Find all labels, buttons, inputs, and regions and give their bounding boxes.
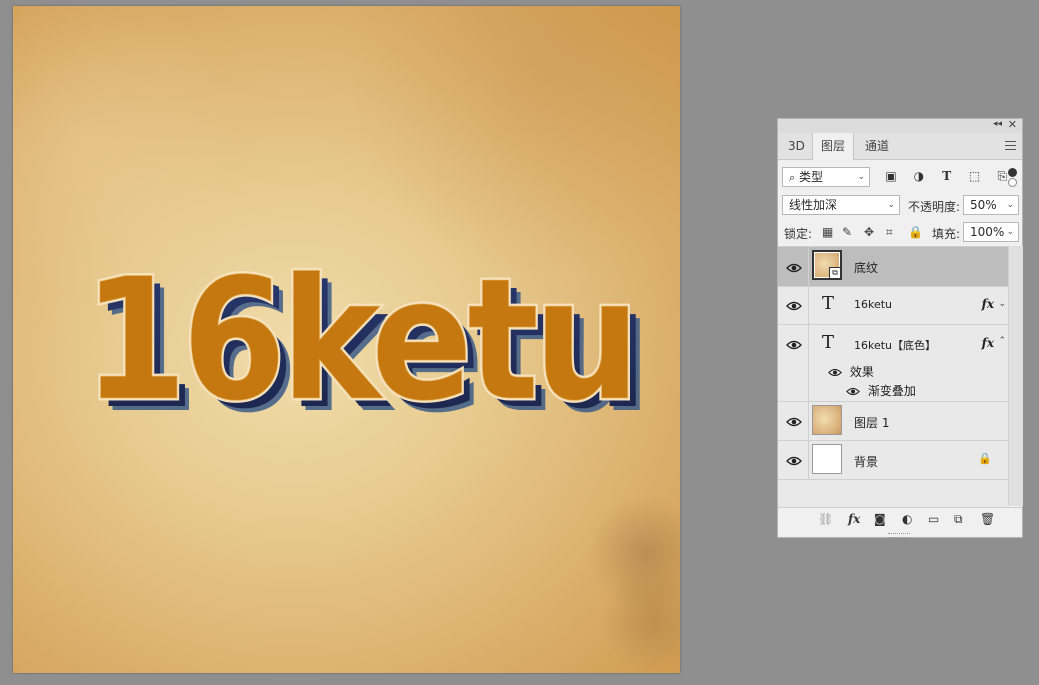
new-group-folder-icon[interactable]: ▭ [928, 512, 939, 526]
blend-row: 线性加深 ⌄ 不透明度: 50% ⌄ [778, 195, 1022, 217]
new-layer-icon[interactable]: ⧉ [954, 512, 963, 527]
layer-row[interactable]: 图层 1 [778, 401, 1008, 441]
eye-icon[interactable] [786, 262, 802, 273]
fill-label: 填充: [932, 227, 961, 241]
new-adjustment-icon[interactable]: ◐ [902, 512, 912, 526]
blend-mode-select[interactable]: 线性加深 ⌄ [782, 195, 900, 215]
layers-bottom-toolbar: ⛓ fx ◙ ◐ ▭ ⧉ 🗑 [778, 507, 1022, 532]
layers-panel: ◂◂ ✕ 3D 图层 通道 ⌕ 类型 ⌄ ▣ ◑ T ⬚ ⎘ 线性加深 ⌄ 不透… [777, 118, 1023, 538]
layer-thumbnail[interactable] [812, 405, 842, 435]
text-layer-icon: T [822, 332, 835, 353]
effects-label: 效果 [849, 365, 874, 379]
opacity-label: 不透明度: [908, 200, 961, 214]
layer-divider [808, 247, 809, 286]
layer-row[interactable]: T 16ketu fx ⌄ [778, 286, 1008, 325]
chevron-up-icon[interactable]: ⌃ [998, 336, 1006, 346]
eye-icon[interactable] [786, 455, 802, 466]
add-style-fx-icon[interactable]: fx [848, 512, 860, 526]
panel-title-strip: ◂◂ ✕ [778, 118, 1022, 134]
search-icon: ⌕ [789, 171, 796, 184]
close-panel-icon[interactable]: ✕ [1008, 118, 1017, 131]
eye-icon[interactable] [846, 387, 860, 396]
resize-grip[interactable] [888, 533, 910, 538]
fx-icon[interactable]: fx [982, 336, 994, 350]
eye-icon[interactable] [786, 339, 802, 350]
panel-tabs: 3D 图层 通道 [778, 133, 1022, 160]
layer-row[interactable]: ⧉ 底纹 [778, 247, 1008, 287]
opacity-value: 50% [970, 198, 997, 212]
layer-divider [808, 286, 809, 324]
lock-artboard-icon[interactable]: ⌗ [886, 225, 893, 240]
fx-icon[interactable]: fx [982, 297, 994, 311]
opacity-field[interactable]: 50% ⌄ [963, 195, 1019, 215]
smart-object-icon: ⧉ [829, 267, 841, 279]
tab-3d[interactable]: 3D [780, 133, 813, 159]
chevron-down-icon: ⌄ [857, 172, 865, 182]
layer-divider [808, 324, 809, 401]
document-canvas[interactable]: 16ketu 16ketu 16ketu 16ketu [13, 6, 680, 673]
link-layers-icon[interactable]: ⛓ [818, 512, 833, 526]
layer-thumbnail[interactable] [812, 444, 842, 474]
lock-paint-brush-icon[interactable]: ✎ [842, 225, 852, 239]
eye-icon[interactable] [786, 416, 802, 427]
effect-name: 渐变叠加 [867, 384, 916, 398]
filter-toggle-off[interactable] [1008, 178, 1017, 187]
effect-gradient-overlay[interactable]: 渐变叠加 [846, 382, 916, 399]
layer-name: 背景 [854, 455, 879, 469]
filter-kind-label: 类型 [799, 170, 824, 184]
filter-pixel-icon[interactable]: ▣ [882, 169, 900, 183]
layer-thumbnail[interactable]: ⧉ [812, 250, 842, 280]
layers-list: ⧉ 底纹 T 16ketu fx ⌄ T 16ketu【底色】 fx ⌃ 效果 … [778, 246, 1008, 507]
layer-name: 16ketu [854, 298, 893, 311]
panel-menu-icon[interactable] [1005, 141, 1016, 153]
chevron-down-icon[interactable]: ⌄ [1006, 223, 1014, 241]
lock-icon: 🔒 [978, 452, 992, 465]
eye-icon[interactable] [786, 300, 802, 311]
filter-toggle-on[interactable] [1008, 168, 1017, 177]
chevron-down-icon[interactable]: ⌄ [1006, 196, 1014, 214]
fill-field[interactable]: 100% ⌄ [963, 222, 1019, 242]
lock-label: 锁定: [784, 227, 813, 241]
filter-type-icon[interactable]: T [938, 169, 956, 183]
filter-kind-select[interactable]: ⌕ 类型 ⌄ [782, 167, 870, 187]
eye-icon[interactable] [828, 368, 842, 377]
add-mask-icon[interactable]: ◙ [874, 512, 886, 526]
layer-row[interactable]: 背景 🔒 [778, 440, 1008, 480]
layer-name: 16ketu【底色】 [854, 339, 937, 352]
fill-value: 100% [970, 225, 1005, 239]
artwork-text: 16ketu 16ketu 16ketu 16ketu [75, 240, 655, 451]
filter-row: ⌕ 类型 ⌄ ▣ ◑ T ⬚ ⎘ [778, 167, 1022, 189]
chevron-down-icon[interactable]: ⌄ [998, 299, 1006, 309]
lock-row: 锁定: ▦ ✎ ✥ ⌗ 🔒 填充: 100% ⌄ [778, 222, 1022, 244]
layer-name: 图层 1 [854, 416, 890, 430]
artwork-inner-line: 16ketu [83, 254, 635, 424]
collapse-panel-icon[interactable]: ◂◂ [993, 119, 1002, 129]
blend-mode-value: 线性加深 [789, 198, 838, 212]
chevron-down-icon: ⌄ [887, 200, 895, 210]
layer-divider [808, 440, 809, 479]
layers-scrollbar[interactable] [1008, 246, 1023, 506]
lock-all-icon[interactable]: 🔒 [908, 225, 923, 239]
filter-adjustment-icon[interactable]: ◑ [910, 169, 928, 183]
lock-move-icon[interactable]: ✥ [864, 225, 874, 239]
filter-icons: ▣ ◑ T ⬚ ⎘ [882, 169, 1017, 187]
lock-transparent-icon[interactable]: ▦ [822, 225, 833, 239]
tab-channels[interactable]: 通道 [857, 133, 897, 159]
filter-shape-icon[interactable]: ⬚ [965, 169, 983, 183]
effects-group[interactable]: 效果 [828, 363, 874, 380]
tab-layers[interactable]: 图层 [812, 133, 855, 160]
layer-row[interactable]: T 16ketu【底色】 fx ⌃ 效果 渐变叠加 [778, 324, 1008, 402]
layer-name: 底纹 [854, 261, 879, 275]
delete-layer-trash-icon[interactable]: 🗑 [980, 512, 995, 526]
text-layer-icon: T [822, 293, 835, 314]
layer-divider [808, 401, 809, 440]
